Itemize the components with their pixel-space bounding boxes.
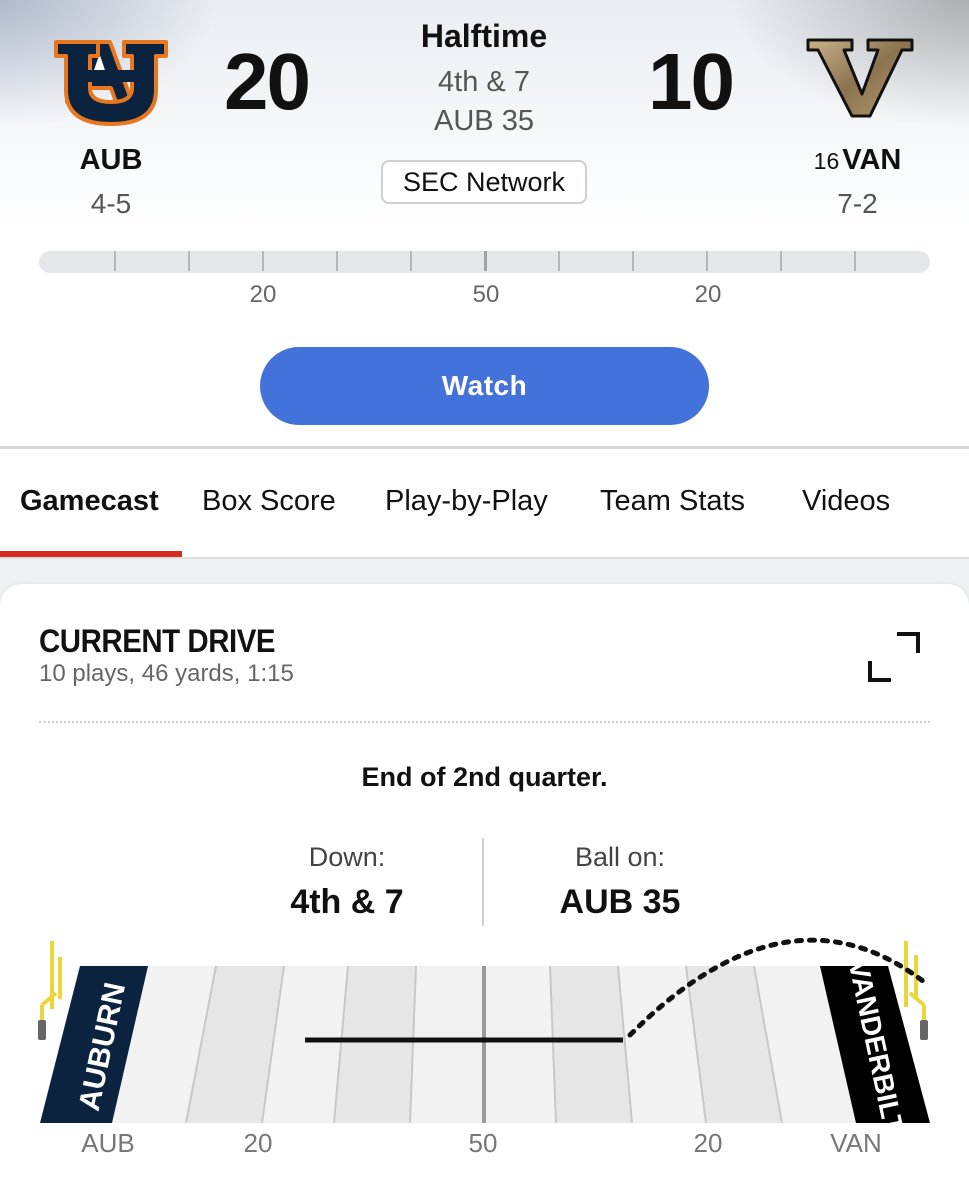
ball-on-label: Ball on: [574,842,666,872]
down-value: 4th & 7 [290,883,404,921]
ball-spot: AUB 35 [434,105,534,137]
tab-gamecast[interactable]: Gamecast [20,485,159,518]
home-team-record: 7-2 [837,188,878,219]
game-status: Halftime [420,18,548,54]
field-label: VAN [830,1128,882,1158]
game-tabs: Gamecast Box Score Play-by-Play Team Sta… [0,449,969,559]
away-score: 20 [224,37,311,126]
last-play-text: End of 2nd quarter. [361,762,608,792]
mini-field-tick [780,251,782,271]
down-label: Down: [308,842,386,872]
away-team-record: 4-5 [90,188,132,219]
mini-field-label: 20 [249,281,277,308]
tab-box-score[interactable]: Box Score [202,485,336,518]
football-field[interactable]: AUBURN VANDERBILT [30,935,940,1135]
tab-play-by-play[interactable]: Play-by-Play [385,485,548,518]
expand-icon[interactable] [867,631,921,683]
mini-field-tick [336,251,338,271]
vanderbilt-logo-icon[interactable] [806,36,914,118]
tab-videos[interactable]: Videos [802,485,890,518]
home-score: 10 [648,37,735,126]
field-label: 50 [468,1128,498,1158]
mini-field-tick [558,251,560,271]
ball-on-value: AUB 35 [559,883,681,921]
mini-field-tick [706,251,708,271]
mini-field-tick [632,251,634,271]
mini-field-bar [39,251,930,273]
home-team-abbr[interactable]: 16 VAN [800,144,915,177]
auburn-logo-icon[interactable] [52,36,170,128]
down-and-distance: 4th & 7 [438,66,530,98]
home-team-abbr-text: VAN [842,144,902,176]
mini-field-tick [410,251,412,271]
down-info: Down: 4th & 7 [197,842,497,922]
card-title: CURRENT DRIVE [39,623,276,659]
watch-button[interactable]: Watch [260,347,709,425]
field-label: 20 [243,1128,273,1158]
away-team-abbr[interactable]: AUB [55,144,167,177]
mini-field-tick [188,251,190,271]
home-team-rank: 16 [813,148,840,174]
drive-summary: 10 plays, 46 yards, 1:15 [39,660,294,687]
mini-field-tick [854,251,856,271]
card-divider [39,721,930,723]
field-label: 20 [693,1128,723,1158]
mini-field-label: 20 [694,281,722,308]
network-badge[interactable]: SEC Network [381,160,587,204]
mini-field-tick [114,251,116,271]
mini-field-label: 50 [472,281,500,308]
mini-field-tick [484,251,487,271]
ball-on-info: Ball on: AUB 35 [470,842,770,922]
tab-team-stats[interactable]: Team Stats [600,485,745,518]
mini-field-tick [262,251,264,271]
left-goal-post-icon [38,941,62,1040]
right-goal-post-icon [904,941,928,1040]
field-label: AUB [81,1128,135,1158]
